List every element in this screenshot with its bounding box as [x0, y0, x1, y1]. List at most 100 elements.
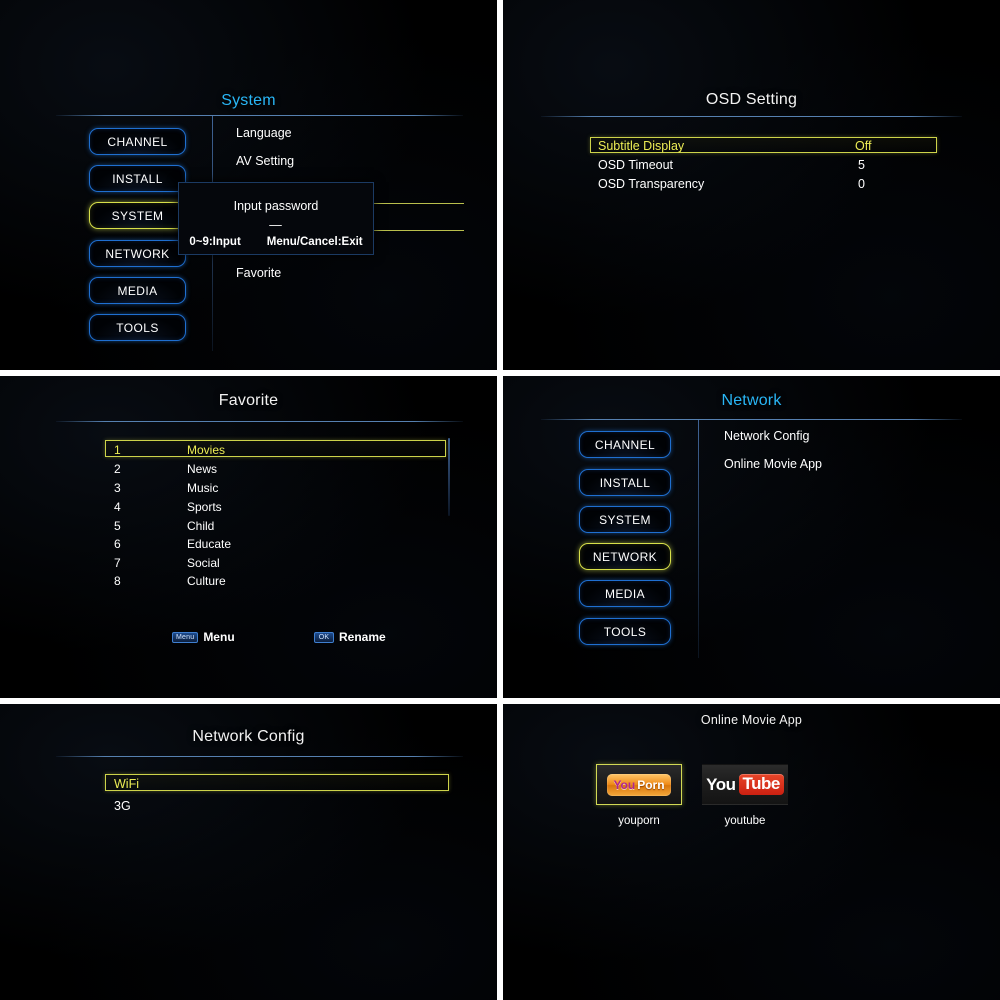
sidebar-item-tools[interactable]: TOOLS — [579, 618, 671, 645]
list-item-number: 1 — [114, 443, 121, 457]
sidebar-item-label: SYSTEM — [599, 512, 651, 527]
sidebar-item-label: NETWORK — [592, 549, 658, 564]
youtube-logo: You Tube — [706, 774, 784, 795]
sidebar-item-label: CHANNEL — [107, 134, 168, 149]
sidebar-item-network[interactable]: NETWORK — [579, 543, 671, 570]
dialog-title: Input password — [233, 199, 319, 213]
osd-screen: OSD Setting Subtitle Display Off OSD Tim… — [503, 0, 1000, 370]
hint-exit: Menu/Cancel:Exit — [266, 236, 363, 248]
youporn-logo: You Porn — [607, 773, 671, 796]
header-divider — [56, 421, 463, 422]
sidebar-item-label: CHANNEL — [594, 437, 656, 452]
favorite-screen: Favorite 1 Movies 2 News 3 Music 4 Sport… — [0, 376, 497, 698]
header-divider — [56, 756, 463, 757]
youporn-logo-porn: Porn — [637, 777, 665, 792]
scrollbar[interactable] — [448, 438, 450, 516]
list-item-name[interactable]: Sports — [187, 500, 222, 514]
list-item-number: 8 — [114, 574, 121, 588]
row-label-wifi: WiFi — [114, 777, 139, 791]
row-label[interactable]: OSD Timeout — [598, 158, 673, 172]
list-row-highlight[interactable] — [105, 440, 446, 457]
sidebar-item-label: TOOLS — [116, 320, 159, 335]
sidebar-item-label: MEDIA — [117, 283, 158, 298]
sidebar-item-system[interactable]: SYSTEM — [579, 506, 671, 533]
key-hint-label: Menu — [203, 630, 235, 644]
ok-key-icon: OK — [314, 631, 334, 643]
youtube-logo-you: You — [706, 774, 736, 794]
row-value: Off — [855, 139, 872, 153]
sidebar-item-label: MEDIA — [604, 586, 645, 601]
dialog-hints: 0~9:Input Menu/Cancel:Exit — [179, 236, 373, 248]
menu-item-network-config[interactable]: Network Config — [724, 429, 809, 443]
page-title: OSD Setting — [705, 91, 798, 108]
menu-item-online-movie-app[interactable]: Online Movie App — [724, 457, 822, 471]
sidebar-item-channel[interactable]: CHANNEL — [89, 128, 186, 155]
sidebar-item-media[interactable]: MEDIA — [579, 580, 671, 607]
panel-osd-setting: OSD Setting Subtitle Display Off OSD Tim… — [503, 0, 1000, 370]
youporn-logo-you: You — [613, 777, 636, 792]
key-hint-rename[interactable]: OK Rename — [314, 630, 386, 644]
list-item-name[interactable]: News — [187, 462, 217, 476]
list-item-name[interactable]: Educate — [187, 537, 231, 551]
sidebar-item-system[interactable]: SYSTEM — [89, 202, 186, 229]
sidebar-item-label: INSTALL — [112, 171, 163, 186]
system-screen: System CHANNEL INSTALL SYSTEM NETWORK ME… — [0, 0, 497, 370]
sidebar-item-install[interactable]: INSTALL — [89, 165, 186, 192]
list-item-number: 6 — [114, 537, 121, 551]
sidebar-item-label: NETWORK — [105, 246, 170, 261]
menu-item-language[interactable]: Language — [236, 126, 292, 140]
hint-number-input: 0~9:Input — [189, 236, 241, 248]
header-divider — [56, 115, 463, 116]
panel-favorite: Favorite 1 Movies 2 News 3 Music 4 Sport… — [0, 376, 497, 698]
row-label-3g[interactable]: 3G — [114, 799, 131, 813]
app-tile-youporn[interactable]: You Porn — [596, 764, 682, 805]
page-title: Online Movie App — [700, 713, 803, 727]
sidebar-item-label: SYSTEM — [111, 208, 164, 223]
list-item-name[interactable]: Social — [187, 556, 220, 570]
list-item-name[interactable]: Child — [187, 519, 214, 533]
list-item-number: 3 — [114, 481, 121, 495]
app-tile-youtube[interactable]: You Tube — [702, 764, 788, 805]
list-item-number: 4 — [114, 500, 121, 514]
sidebar-item-install[interactable]: INSTALL — [579, 469, 671, 496]
menu-item-av-setting[interactable]: AV Setting — [236, 154, 294, 168]
list-item-name: Movies — [187, 443, 226, 457]
network-config-screen: Network Config WiFi 3G — [0, 704, 497, 1000]
list-item-number: 5 — [114, 519, 121, 533]
panel-network-config: Network Config WiFi 3G — [0, 704, 497, 1000]
row-label[interactable]: OSD Transparency — [598, 177, 704, 191]
sidebar-item-media[interactable]: MEDIA — [89, 277, 186, 304]
online-movie-app-screen: Online Movie App You Porn youporn You Tu… — [503, 704, 1000, 1000]
row-label: Subtitle Display — [598, 139, 685, 153]
sidebar-item-label: INSTALL — [599, 475, 651, 490]
list-item-name[interactable]: Culture — [187, 574, 226, 588]
screenshot-grid: System CHANNEL INSTALL SYSTEM NETWORK ME… — [0, 0, 1000, 1000]
key-hint-label: Rename — [339, 630, 386, 644]
network-screen: Network CHANNEL INSTALL SYSTEM NETWORK M… — [503, 376, 1000, 698]
page-title: Network Config — [192, 728, 305, 745]
panel-online-movie-app: Online Movie App You Porn youporn You Tu… — [503, 704, 1000, 1000]
sidebar-item-channel[interactable]: CHANNEL — [579, 431, 671, 458]
sidebar-item-tools[interactable]: TOOLS — [89, 314, 186, 341]
list-item-name[interactable]: Music — [187, 481, 218, 495]
sidebar-item-network[interactable]: NETWORK — [89, 240, 186, 267]
youtube-logo-tube: Tube — [738, 774, 784, 795]
input-password-dialog: Input password — 0~9:Input Menu/Cancel:E… — [178, 182, 374, 255]
panel-system: System CHANNEL INSTALL SYSTEM NETWORK ME… — [0, 0, 497, 370]
password-input[interactable]: — — [179, 218, 373, 232]
list-item-number: 7 — [114, 556, 121, 570]
menu-key-icon: Menu — [172, 631, 199, 643]
page-title: System — [221, 92, 276, 109]
row-value: 0 — [858, 177, 865, 191]
list-item-number: 2 — [114, 462, 121, 476]
header-divider — [541, 116, 962, 117]
list-row-highlight[interactable] — [105, 774, 449, 791]
panel-network: Network CHANNEL INSTALL SYSTEM NETWORK M… — [503, 376, 1000, 698]
header-divider — [541, 419, 962, 420]
app-label-youtube: youtube — [724, 815, 766, 827]
menu-item-favorite[interactable]: Favorite — [236, 266, 281, 280]
page-title: Network — [721, 392, 782, 409]
column-divider — [698, 420, 699, 658]
app-label-youporn: youporn — [618, 815, 660, 827]
key-hint-menu[interactable]: Menu Menu — [172, 630, 235, 644]
